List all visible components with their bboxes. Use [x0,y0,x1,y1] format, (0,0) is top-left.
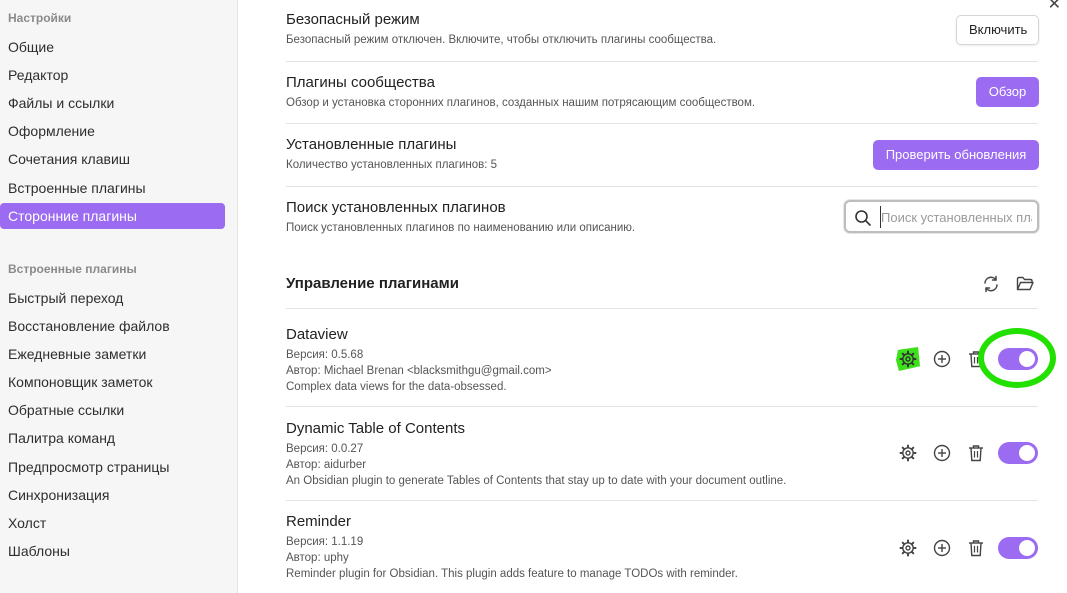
plugin-name: Dataview [286,326,348,343]
sidebar-item-community-plugins[interactable]: Сторонние плагины [0,203,225,229]
sidebar-item-quick-switcher[interactable]: Быстрый переход [0,285,225,311]
trash-icon[interactable] [964,441,988,465]
gear-icon[interactable] [896,441,920,465]
divider [286,61,1038,62]
setting-safe-mode: Безопасный режим Безопасный режим отключ… [286,11,1038,46]
plugin-name: Reminder [286,513,352,530]
plugin-author: Автор: aidurber [286,459,367,471]
sidebar-item-command-palette[interactable]: Палитра команд [0,425,225,451]
plugin-description: Reminder plugin for Obsidian. This plugi… [286,568,738,580]
plugin-name: Dynamic Table of Contents [286,420,465,437]
divider [286,308,1038,309]
sidebar-item-core-plugins[interactable]: Встроенные плагины [0,175,225,201]
plugin-description: An Obsidian plugin to generate Tables of… [286,475,787,487]
folder-icon[interactable] [1013,272,1037,296]
plugin-author: Автор: uphy [286,552,349,564]
plugin-search-box[interactable] [844,200,1039,233]
plugin-enable-toggle[interactable] [998,537,1038,559]
plugin-version: Версия: 0.5.68 [286,349,364,361]
plus-circle-icon[interactable] [930,347,954,371]
gear-icon[interactable] [896,536,920,560]
toggle-knob [1019,445,1035,461]
search-icon [855,210,871,226]
plus-circle-icon[interactable] [930,441,954,465]
plugin-search-input[interactable] [880,206,1032,228]
sidebar-item-canvas[interactable]: Холст [0,510,225,536]
plugin-version: Версия: 1.1.19 [286,536,364,548]
manage-plugins-heading: Управление плагинами [286,275,459,292]
setting-community-plugins: Плагины сообщества Обзор и установка сто… [286,74,1038,109]
close-icon[interactable]: ✕ [1048,0,1061,14]
setting-description: Безопасный режим отключен. Включите, что… [286,34,717,46]
setting-description: Обзор и установка сторонних плагинов, со… [286,97,756,109]
annotation-circle [978,328,1056,388]
sidebar-item-files-links[interactable]: Файлы и ссылки [0,90,225,116]
sidebar-item-file-recovery[interactable]: Восстановление файлов [0,313,225,339]
plugin-version: Версия: 0.0.27 [286,443,364,455]
sidebar-item-general[interactable]: Общие [0,34,225,60]
plus-circle-icon[interactable] [930,536,954,560]
sidebar-item-daily-notes[interactable]: Ежедневные заметки [0,341,225,367]
check-updates-button[interactable]: Проверить обновления [873,140,1039,170]
sidebar-item-sync[interactable]: Синхронизация [0,482,225,508]
plugin-item: Dataview Версия: 0.5.68 Автор: Michael B… [286,326,1038,395]
settings-content: ✕ Безопасный режим Безопасный режим откл… [238,0,1067,593]
trash-icon[interactable] [964,536,988,560]
divider [286,186,1038,187]
gear-icon[interactable] [896,347,920,371]
sidebar-header-settings: Настройки [8,11,72,25]
sidebar-item-page-preview[interactable]: Предпросмотр страницы [0,454,225,480]
divider [286,123,1038,124]
plugin-enable-toggle[interactable] [998,442,1038,464]
setting-title: Плагины сообщества [286,74,435,91]
plugin-item: Dynamic Table of Contents Версия: 0.0.27… [286,420,1038,489]
sidebar-item-hotkeys[interactable]: Сочетания клавиш [0,146,225,172]
divider [286,500,1038,501]
sidebar-item-templates[interactable]: Шаблоны [0,538,225,564]
divider [286,406,1038,407]
setting-title: Безопасный режим [286,11,420,28]
plugin-author: Автор: Michael Brenan <blacksmithgu@gmai… [286,365,552,377]
plugin-description: Complex data views for the data-obsessed… [286,381,507,393]
browse-plugins-button[interactable]: Обзор [976,77,1039,107]
sidebar-item-editor[interactable]: Редактор [0,62,225,88]
settings-sidebar: Настройки Общие Редактор Файлы и ссылки … [0,0,238,593]
toggle-knob [1019,540,1035,556]
sidebar-item-note-composer[interactable]: Компоновщик заметок [0,369,225,395]
refresh-icon[interactable] [979,272,1003,296]
enable-safe-mode-button[interactable]: Включить [956,15,1039,45]
sidebar-item-appearance[interactable]: Оформление [0,118,225,144]
sidebar-header-core-plugins: Встроенные плагины [8,262,137,276]
plugin-item: Reminder Версия: 1.1.19 Автор: uphy Remi… [286,513,1038,582]
sidebar-item-backlinks[interactable]: Обратные ссылки [0,397,225,423]
